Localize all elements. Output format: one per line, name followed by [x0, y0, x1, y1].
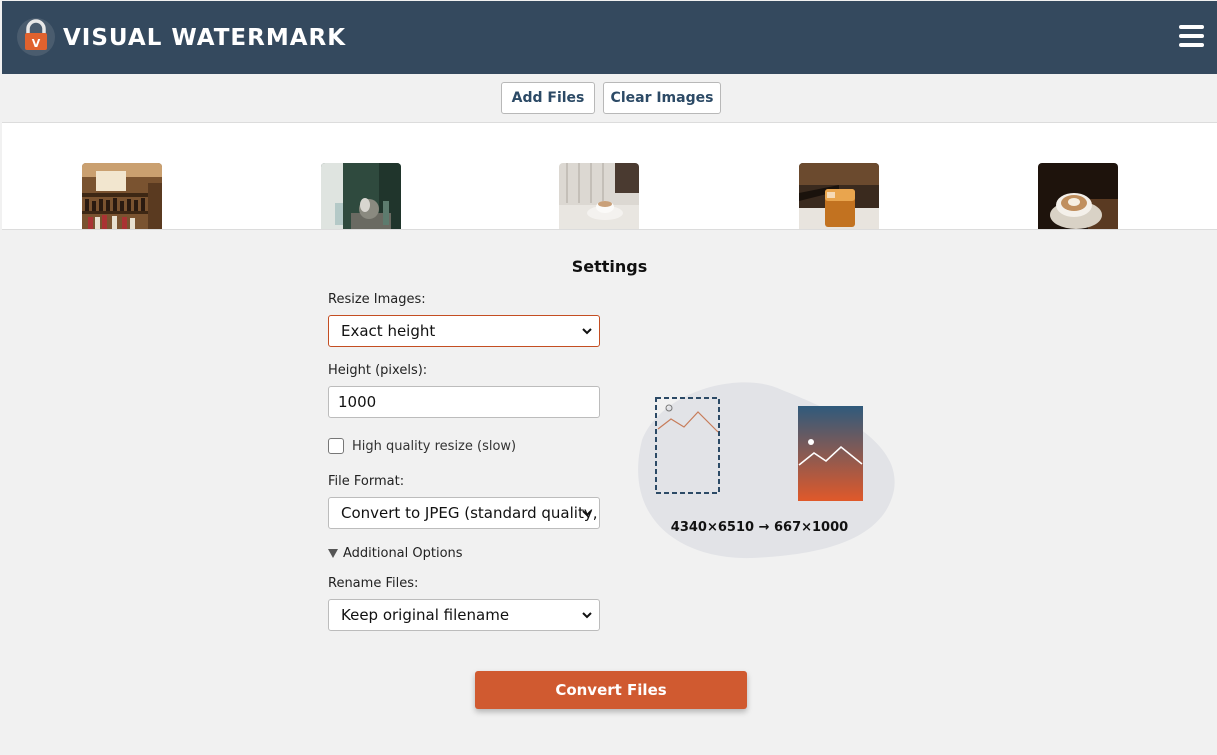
additional-options-label: Additional Options — [343, 546, 463, 561]
high-quality-checkbox[interactable] — [328, 438, 344, 454]
resize-images-label: Resize Images: — [328, 292, 426, 307]
thumbnail-latte-beans[interactable] — [1038, 163, 1118, 229]
padlock-logo-icon: V — [17, 18, 55, 56]
triangle-down-icon — [328, 549, 338, 558]
clear-images-button[interactable]: Clear Images — [603, 82, 721, 114]
app-title: VISUAL WATERMARK — [63, 25, 347, 51]
file-format-label: File Format: — [328, 474, 405, 489]
file-format-select[interactable]: Convert to JPEG (standard quality, s — [328, 497, 600, 529]
additional-options-toggle[interactable]: Additional Options — [328, 546, 463, 561]
chevron-down-icon — [582, 612, 592, 619]
resize-images-select[interactable]: Exact height — [328, 315, 600, 347]
thumbnail-coffee-window[interactable] — [559, 163, 639, 229]
rename-files-value: Keep original filename — [341, 606, 510, 624]
chevron-down-icon — [582, 328, 592, 335]
chevron-down-icon — [582, 510, 592, 517]
add-files-button[interactable]: Add Files — [501, 82, 595, 114]
rename-files-select[interactable]: Keep original filename — [328, 599, 600, 631]
thumbnail-glassware[interactable] — [321, 163, 401, 229]
settings-title: Settings — [571, 257, 648, 276]
thumbnail-strip — [2, 123, 1217, 230]
resize-images-value: Exact height — [341, 322, 436, 340]
hamburger-menu-icon[interactable] — [1179, 25, 1205, 49]
thumbnail-bar-shelves[interactable] — [82, 163, 162, 229]
settings-panel: Settings Resize Images: Exact height Hei… — [2, 230, 1217, 755]
thumbnail-iced-drink[interactable] — [799, 163, 879, 229]
dimensions-text: 4340×6510 → 667×1000 — [670, 520, 849, 535]
height-label: Height (pixels): — [328, 363, 428, 378]
file-format-value: Convert to JPEG (standard quality, s — [341, 504, 600, 522]
convert-files-button[interactable]: Convert Files — [475, 671, 747, 709]
height-input[interactable]: 1000 — [328, 386, 600, 418]
high-quality-label[interactable]: High quality resize (slow) — [352, 439, 516, 454]
toolbar: Add Files Clear Images — [2, 74, 1217, 123]
svg-text:V: V — [32, 37, 41, 50]
rename-files-label: Rename Files: — [328, 576, 419, 591]
app-header: V VISUAL WATERMARK — [2, 1, 1217, 74]
